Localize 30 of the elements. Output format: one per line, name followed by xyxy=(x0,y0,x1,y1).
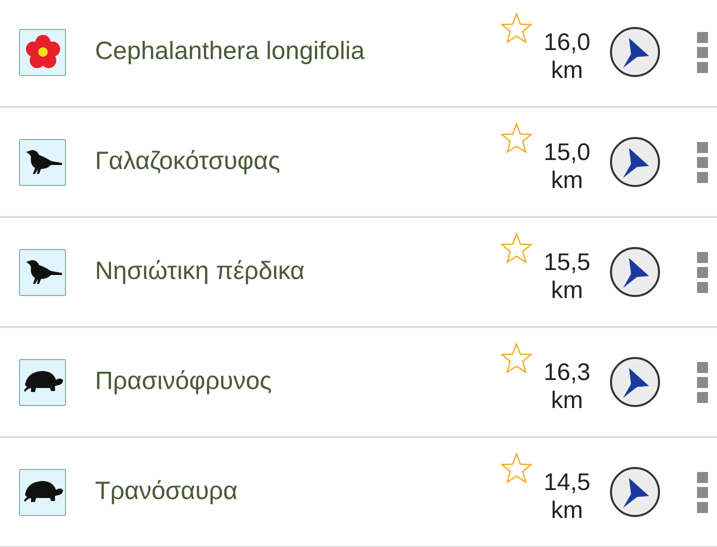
distance-unit: km xyxy=(550,387,584,415)
more-menu-icon[interactable] xyxy=(697,252,708,292)
compass-icon[interactable] xyxy=(609,26,661,78)
star-icon[interactable] xyxy=(500,232,533,264)
compass-icon[interactable] xyxy=(609,466,661,518)
species-name[interactable]: Τρανόσαυρα xyxy=(95,473,500,511)
star-icon[interactable] xyxy=(500,122,533,154)
species-name[interactable]: Νησιώτικη πέρδικα xyxy=(95,253,500,291)
distance-value: 16,3 xyxy=(542,359,592,387)
more-menu-icon[interactable] xyxy=(697,472,708,512)
star-icon[interactable] xyxy=(500,452,533,484)
distance-value: 16,0 xyxy=(542,29,592,57)
distance-unit: km xyxy=(550,497,584,525)
distance-value: 15,5 xyxy=(542,249,592,277)
distance-value: 14,5 xyxy=(542,469,592,497)
compass-icon[interactable] xyxy=(609,246,661,298)
star-icon[interactable] xyxy=(500,342,533,374)
more-menu-icon[interactable] xyxy=(697,142,708,182)
more-menu-icon[interactable] xyxy=(697,32,708,72)
species-name[interactable]: Γαλαζοκότσυφας xyxy=(95,143,500,181)
species-name[interactable]: Cephalanthera longifolia xyxy=(95,33,500,71)
distance-unit: km xyxy=(550,277,584,305)
more-menu-icon[interactable] xyxy=(697,362,708,402)
star-icon[interactable] xyxy=(500,12,533,44)
distance-unit: km xyxy=(550,167,584,195)
compass-icon[interactable] xyxy=(609,136,661,188)
species-name[interactable]: Πρασινόφρυνος xyxy=(95,363,500,401)
distance-value: 15,0 xyxy=(542,139,592,167)
compass-icon[interactable] xyxy=(609,356,661,408)
distance-unit: km xyxy=(550,57,584,85)
